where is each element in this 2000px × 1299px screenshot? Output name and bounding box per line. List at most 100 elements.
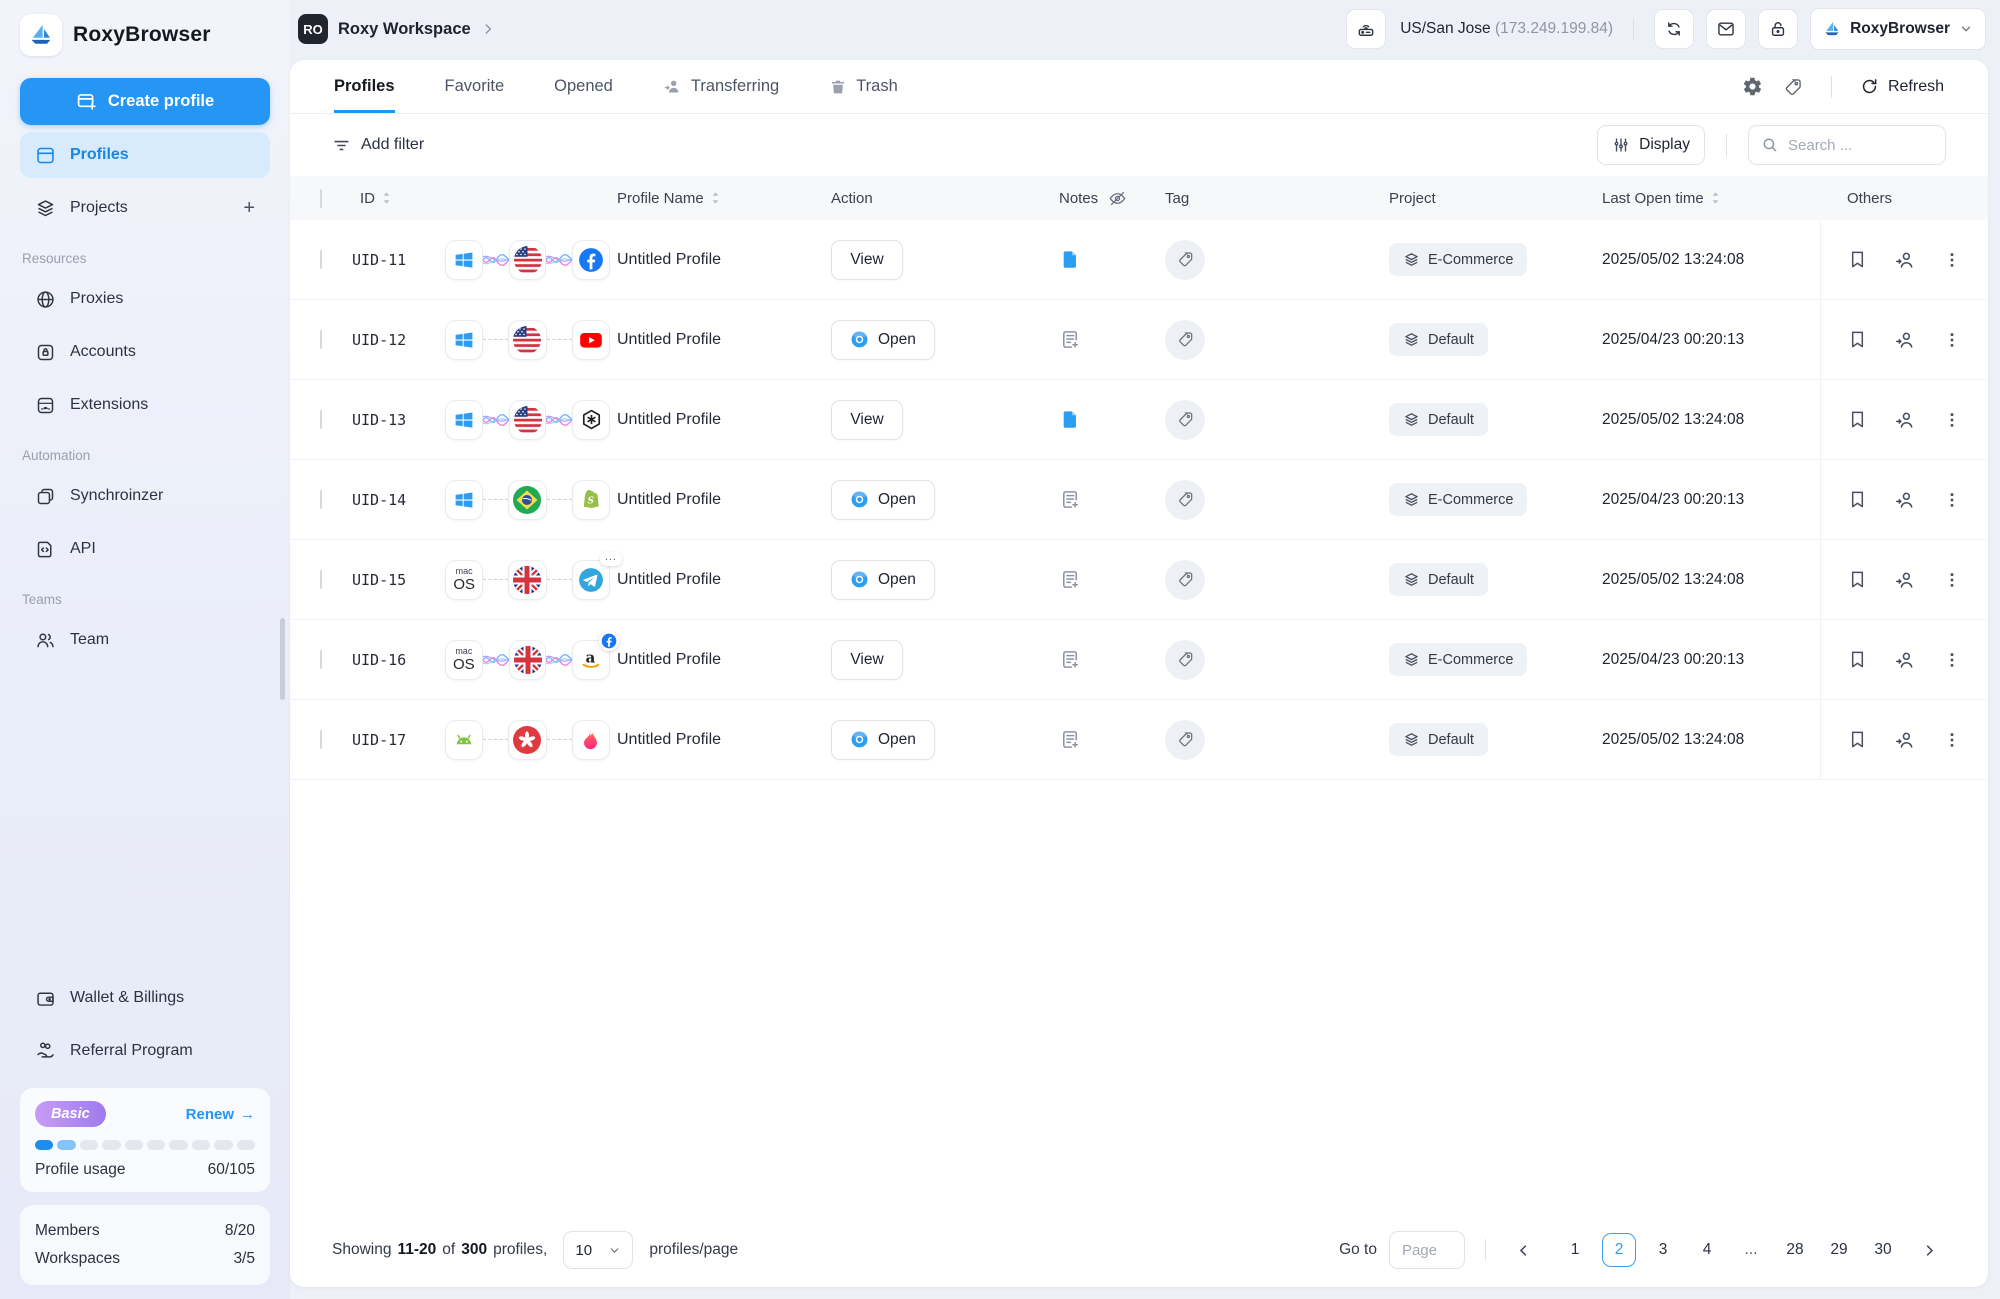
transfer-profile-button[interactable] (1894, 729, 1916, 751)
add-note-button[interactable] (1059, 728, 1150, 751)
sidebar-item-projects[interactable]: Projects + (20, 185, 270, 231)
workspace-switcher[interactable]: RO Roxy Workspace (298, 14, 495, 44)
account-menu[interactable]: RoxyBrowser (1810, 8, 1986, 50)
settings-gear-icon[interactable] (1742, 76, 1763, 97)
tag-button[interactable] (1165, 720, 1205, 760)
transfer-profile-button[interactable] (1894, 489, 1916, 511)
prev-page-button[interactable] (1506, 1233, 1540, 1267)
per-page-select[interactable]: 10 (563, 1231, 633, 1269)
add-note-button[interactable] (1059, 488, 1150, 511)
tab-trash[interactable]: Trash (829, 60, 898, 113)
transfer-profile-button[interactable] (1894, 649, 1916, 671)
tag-button[interactable] (1165, 480, 1205, 520)
tag-button[interactable] (1165, 560, 1205, 600)
sidebar-item-proxies[interactable]: Proxies (20, 276, 270, 322)
page-button-4[interactable]: 4 (1690, 1233, 1724, 1267)
sidebar-item-extensions[interactable]: Extensions (20, 382, 270, 428)
proxy-location: US/San Jose (173.249.199.84) (1400, 20, 1613, 38)
refresh-button[interactable]: Refresh (1860, 77, 1944, 96)
open-button[interactable]: Open (831, 720, 935, 760)
display-button[interactable]: Display (1597, 125, 1705, 165)
api-icon (35, 539, 56, 560)
tag-button[interactable] (1165, 320, 1205, 360)
row-menu-button[interactable] (1942, 650, 1962, 670)
open-button[interactable]: Open (831, 320, 935, 360)
page-button-2[interactable]: 2 (1602, 1233, 1636, 1267)
sort-icon[interactable] (710, 190, 721, 206)
row-checkbox[interactable] (320, 490, 322, 509)
bookmark-button[interactable] (1847, 489, 1868, 510)
transfer-profile-button[interactable] (1894, 569, 1916, 591)
select-all-checkbox[interactable] (320, 189, 322, 208)
tag-manager-icon[interactable] (1783, 77, 1803, 97)
sidebar-item-api[interactable]: API (20, 526, 270, 572)
sidebar-item-referral-program[interactable]: Referral Program (20, 1028, 270, 1074)
transfer-profile-button[interactable] (1894, 329, 1916, 351)
row-checkbox[interactable] (320, 410, 322, 429)
note-icon[interactable] (1059, 248, 1150, 271)
tab-opened[interactable]: Opened (554, 60, 613, 113)
bookmark-button[interactable] (1847, 729, 1868, 750)
tag-button[interactable] (1165, 240, 1205, 280)
row-checkbox[interactable] (320, 250, 322, 269)
bookmark-button[interactable] (1847, 409, 1868, 430)
view-button[interactable]: View (831, 400, 903, 440)
row-menu-button[interactable] (1942, 330, 1962, 350)
bookmark-button[interactable] (1847, 249, 1868, 270)
bookmark-button[interactable] (1847, 329, 1868, 350)
goto-page-input[interactable]: Page (1389, 1231, 1465, 1269)
tag-button[interactable] (1165, 640, 1205, 680)
sidebar-item-accounts[interactable]: Accounts (20, 329, 270, 375)
tag-button[interactable] (1165, 400, 1205, 440)
add-note-button[interactable] (1059, 568, 1150, 591)
transfer-profile-button[interactable] (1894, 249, 1916, 271)
row-menu-button[interactable] (1942, 730, 1962, 750)
row-menu-button[interactable] (1942, 490, 1962, 510)
sidebar-item-team[interactable]: Team (20, 617, 270, 663)
sidebar-item-profiles[interactable]: Profiles (20, 132, 270, 178)
create-profile-button[interactable]: Create profile (20, 78, 270, 125)
add-note-button[interactable] (1059, 648, 1150, 671)
open-button[interactable]: Open (831, 560, 935, 600)
bookmark-button[interactable] (1847, 569, 1868, 590)
row-checkbox[interactable] (320, 570, 322, 589)
add-note-button[interactable] (1059, 328, 1150, 351)
search-input[interactable]: Search ... (1748, 125, 1946, 165)
eye-off-icon[interactable] (1108, 189, 1127, 208)
transfer-profile-button[interactable] (1894, 409, 1916, 431)
page-button-30[interactable]: 30 (1866, 1233, 1900, 1267)
mail-button[interactable] (1706, 9, 1746, 49)
sidebar-item-synchroinzer[interactable]: Synchroinzer (20, 473, 270, 519)
row-menu-button[interactable] (1942, 570, 1962, 590)
page-button-1[interactable]: 1 (1558, 1233, 1592, 1267)
open-button[interactable]: Open (831, 480, 935, 520)
add-filter-button[interactable]: Add filter (332, 136, 424, 155)
row-menu-button[interactable] (1942, 410, 1962, 430)
view-button[interactable]: View (831, 240, 903, 280)
tab-transferring[interactable]: Transferring (663, 60, 779, 113)
renew-link[interactable]: Renew→ (186, 1106, 255, 1123)
row-checkbox[interactable] (320, 730, 322, 749)
next-page-button[interactable] (1912, 1233, 1946, 1267)
view-button[interactable]: View (831, 640, 903, 680)
lock-icon (1768, 19, 1788, 39)
page-button-28[interactable]: 28 (1778, 1233, 1812, 1267)
note-icon[interactable] (1059, 408, 1150, 431)
lock-button[interactable] (1758, 9, 1798, 49)
add-project-button[interactable]: + (243, 197, 255, 220)
row-checkbox[interactable] (320, 330, 322, 349)
tab-profiles[interactable]: Profiles (334, 60, 395, 113)
bookmark-button[interactable] (1847, 649, 1868, 670)
sidebar-item-wallet-billings[interactable]: Wallet & Billings (20, 975, 270, 1021)
sidebar-scrollbar[interactable] (280, 618, 285, 700)
sort-icon[interactable] (1710, 190, 1721, 206)
sort-icon[interactable] (381, 190, 392, 206)
row-checkbox[interactable] (320, 650, 322, 669)
page-button-3[interactable]: 3 (1646, 1233, 1680, 1267)
sync-button[interactable] (1654, 9, 1694, 49)
page-button-29[interactable]: 29 (1822, 1233, 1856, 1267)
proxy-device-button[interactable] (1346, 9, 1386, 49)
row-menu-button[interactable] (1942, 250, 1962, 270)
row-id: UID-13 (352, 411, 438, 429)
tab-favorite[interactable]: Favorite (445, 60, 505, 113)
